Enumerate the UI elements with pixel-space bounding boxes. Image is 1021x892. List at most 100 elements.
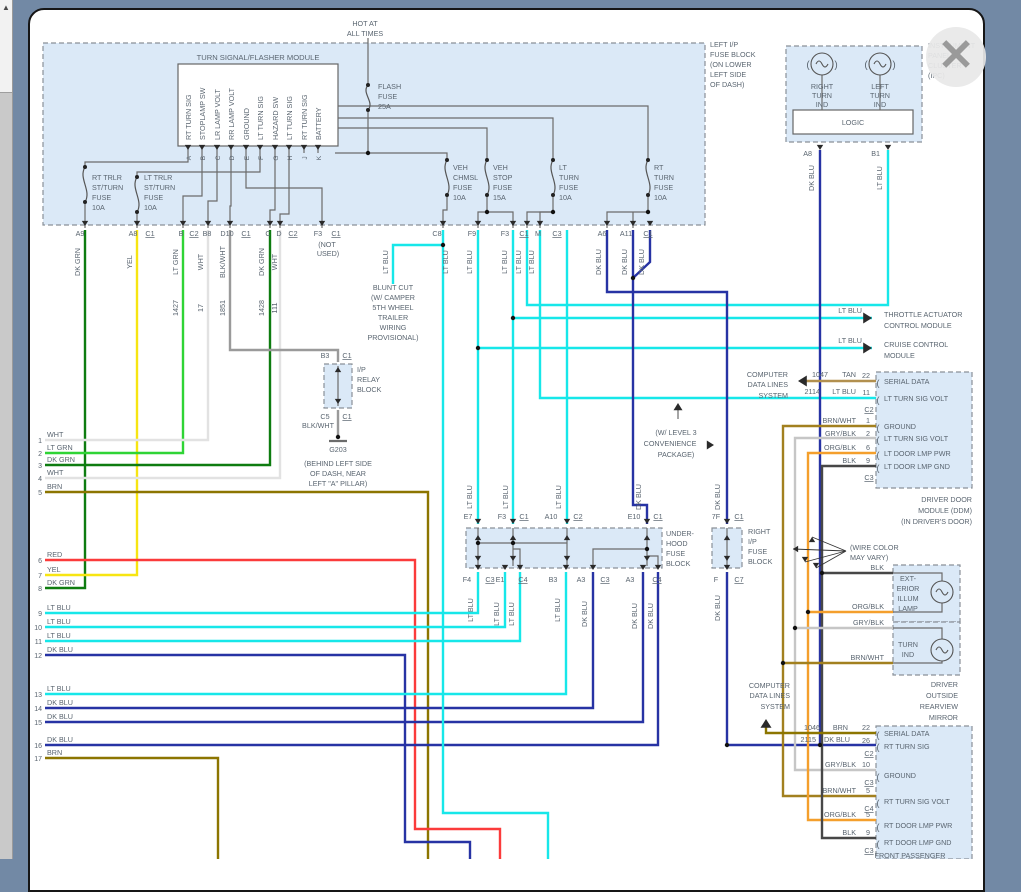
diagram-label: 22 (862, 371, 870, 380)
diagram-label: OF DASH, NEAR (310, 469, 366, 478)
diagram-label: F3 (498, 512, 506, 521)
diagram-label: 10A (654, 193, 667, 202)
diagram-label: TURN SIGNAL/FLASHER MODULE (197, 53, 320, 62)
diagram-label: D (276, 229, 281, 238)
junction-dot (440, 242, 446, 248)
diagram-label: 5 (866, 810, 870, 819)
diagram-label: C1 (734, 512, 743, 521)
underhood-fuse-block (465, 527, 663, 569)
diagram-label: 9 (866, 456, 870, 465)
diagram-label: C1 (519, 229, 528, 238)
diagram-label: DK BLU (713, 595, 722, 621)
wire-yel (45, 230, 139, 577)
scroll-up-icon[interactable]: ▲ (0, 2, 12, 14)
diagram-label: BATTERY (314, 107, 323, 140)
diagram-label: LT BLU (838, 306, 862, 315)
close-button[interactable]: ✕ (926, 27, 986, 87)
diagram-label: 4 (38, 476, 42, 483)
diagram-label: 1047 (812, 370, 828, 379)
diagram-label: 10A (144, 203, 157, 212)
arrow-icon (673, 403, 683, 411)
diagram-label: A (186, 155, 193, 160)
fuse-icon (445, 193, 449, 197)
diagram-label: A3 (577, 575, 586, 584)
arrow-icon (509, 518, 517, 524)
arrow-icon (723, 518, 731, 524)
diagram-label: 17 (34, 756, 42, 763)
diagram-label: FUSE (559, 183, 578, 192)
diagram-label: C3 (485, 575, 494, 584)
diagram-label: A3 (626, 575, 635, 584)
diagram-label: F9 (468, 229, 476, 238)
diagram-label: FUSE (666, 549, 685, 558)
junction-dot (780, 660, 786, 666)
diagram-label: E7 (464, 512, 473, 521)
arrow-icon (816, 144, 824, 150)
diagram-label: LT TURN SIG VOLT (884, 434, 949, 443)
diagram-label: 5 (866, 786, 870, 795)
diagram-label: ( (877, 423, 880, 433)
diagram-label: B1 (871, 149, 880, 158)
junction-dot (630, 275, 636, 281)
diagram-label: FUSE (453, 183, 472, 192)
diagram-label: RT DOOR LMP GND (884, 838, 952, 847)
diagram-label: RT TURN SIG (300, 94, 309, 140)
diagram-label: BLK/WHT (218, 245, 227, 278)
diagram-label: FUSE (654, 183, 673, 192)
diagram-label: LT TRLR (144, 173, 172, 182)
diagram-label: ( (877, 435, 880, 445)
diagram-label: TURN (870, 91, 890, 100)
junction-dot (475, 540, 481, 546)
fuse-icon (135, 175, 139, 179)
diagram-label: 1428 (257, 300, 266, 316)
junction-dot (510, 315, 516, 321)
diagram-label: B3 (321, 351, 330, 360)
diagram-label: ILLUM (897, 594, 918, 603)
diagram-label: LT BLU (500, 250, 509, 274)
diagram-label: FLASH (378, 82, 401, 91)
diagram-label: DK BLU (47, 712, 73, 721)
diagram-label: IND (902, 650, 914, 659)
diagram-label: DK BLU (47, 645, 73, 654)
arrow-icon (863, 312, 872, 324)
diagram-label: ORG/BLK (852, 602, 884, 611)
diagram-label: LT BLU (465, 485, 474, 509)
scrollbar-track[interactable]: ▲ (0, 0, 13, 859)
diagram-label: DK BLU (637, 249, 646, 275)
diagram-label: MODULE (DDM) (918, 506, 972, 515)
diagram-label: (ON LOWER (710, 60, 752, 69)
fuse-icon (366, 83, 370, 87)
diagram-label: C1 (519, 512, 528, 521)
diagram-label: BLOCK (357, 385, 382, 394)
diagram-label: DATA LINES (748, 380, 789, 389)
diagram-label: RIGHT (811, 82, 834, 91)
diagram-label: 2114 (805, 387, 820, 396)
diagram-label: C3 (864, 473, 873, 482)
wiring-diagram: HOT ATALL TIMES TURN SIGNAL/FLASHER MODUL… (34, 19, 976, 859)
diagram-label: 1 (38, 438, 42, 445)
diagram-label: F (258, 156, 265, 160)
diagram-label: SYSTEM (758, 391, 788, 400)
diagram-label: C1 (643, 229, 652, 238)
diagram-label: HOOD (666, 539, 688, 548)
diagram-label: LT BLU (554, 485, 563, 509)
diagram-label: FUSE BLOCK (710, 50, 756, 59)
diagram-label: ST/TURN (144, 183, 175, 192)
wire-annotation (811, 536, 847, 552)
diagram-label: C2 (864, 749, 873, 758)
diagram-label: BRN (833, 723, 848, 732)
diagram-label: MODULE (884, 351, 915, 360)
diagram-label: K (316, 155, 323, 160)
diagram-label: G203 (329, 445, 347, 454)
diagram-label: 8 (38, 586, 42, 593)
diagram-label: A6 (598, 229, 607, 238)
diagram-label: ( (877, 450, 880, 460)
arrow-icon (760, 719, 772, 728)
wire-dk-blu (45, 572, 645, 724)
diagram-label: GRY/BLK (853, 618, 884, 627)
diagram-label: (IN DRIVER'S DOOR) (901, 517, 972, 526)
close-icon: ✕ (937, 31, 975, 80)
diagram-label: C1 (331, 229, 340, 238)
diagram-label: 22 (862, 723, 870, 732)
diagram-label: TURN (559, 173, 579, 182)
